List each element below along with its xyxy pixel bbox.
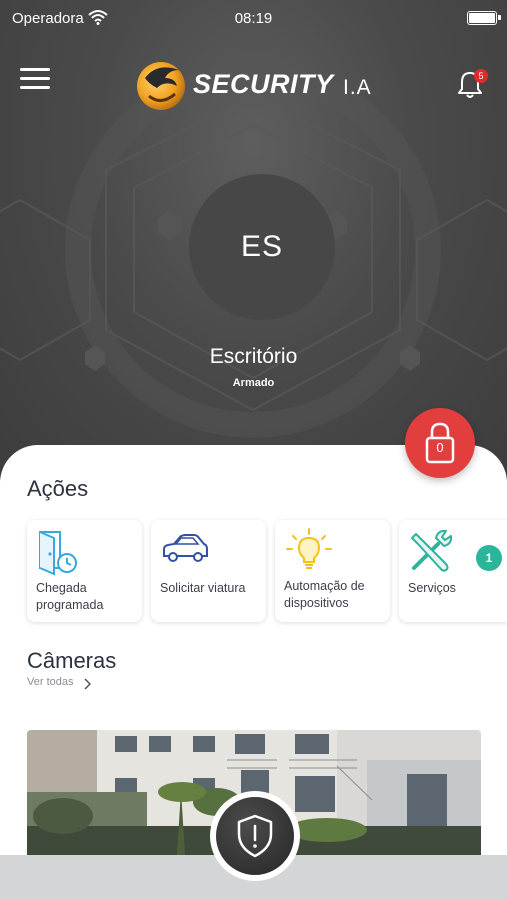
lock-count: 0 [436,440,444,455]
panic-alert-button[interactable] [210,791,300,881]
services-count-badge: 1 [476,545,502,571]
action-card-label: Automação de dispositivos [284,579,365,610]
location-name: Escritório [209,345,298,368]
logo-wordmark: SECURITY [193,69,334,99]
action-card-request-patrol[interactable]: Solicitar viatura [151,520,266,622]
logo-emblem-icon [137,62,185,110]
car-icon [163,534,208,562]
actions-section-title: Ações [27,476,89,501]
status-bar: Operadora 08:19 [0,0,507,36]
logo-suffix: I.A [343,76,372,99]
lightbulb-icon [286,528,332,569]
door-clock-icon [39,531,77,576]
app-logo: SECURITY I.A [135,56,380,114]
action-card-label: Chegada programada [36,581,104,612]
see-all-cameras-link[interactable]: Ver todas [27,676,73,688]
disarm-lock-button[interactable]: 0 [405,408,475,478]
battery-icon [467,11,501,25]
notification-count-badge: 5 [474,69,488,83]
action-card-services[interactable]: Serviços [399,520,507,622]
action-card-label: Serviços [408,581,456,595]
status-time: 08:19 [234,10,273,27]
action-card-label: Solicitar viatura [160,581,246,595]
location-avatar[interactable]: ES [189,174,335,320]
shield-alert-icon [237,814,273,858]
tools-icon [411,529,453,572]
arm-status-label: Armado [232,377,275,389]
chevron-right-icon[interactable] [83,678,91,690]
menu-icon[interactable] [20,68,50,90]
action-card-device-automation[interactable]: Automação de dispositivos [275,520,390,622]
action-card-scheduled-arrival[interactable]: Chegada programada [27,520,142,622]
cameras-section-title: Câmeras [27,648,117,673]
